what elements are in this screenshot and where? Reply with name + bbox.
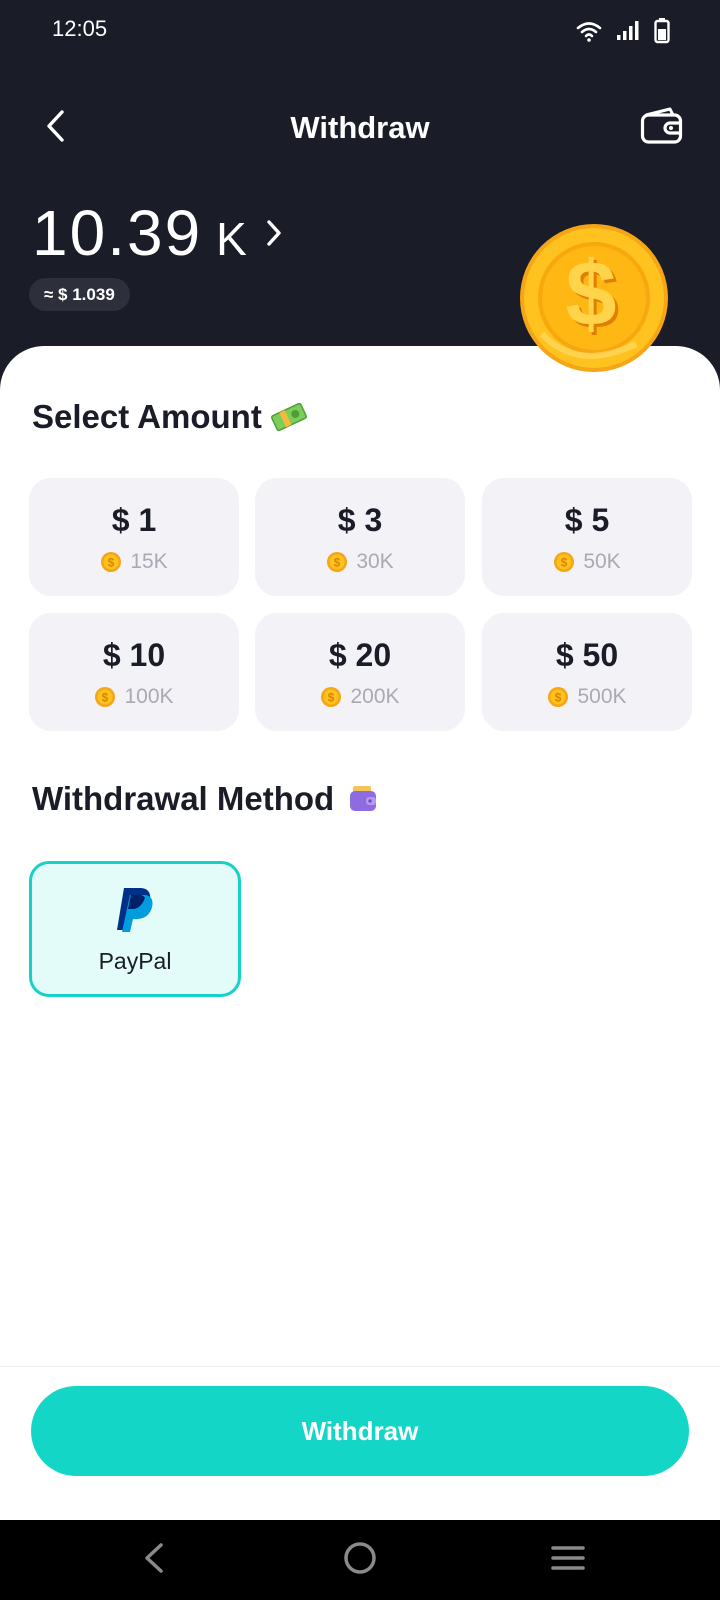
wifi-icon	[576, 20, 602, 42]
system-recents-button[interactable]	[544, 1536, 592, 1584]
balance-value: 10.39	[32, 197, 203, 269]
amount-usd: $ 5	[564, 502, 610, 538]
page-title: Withdraw	[290, 110, 430, 145]
home-circle-icon	[342, 1540, 378, 1581]
battery-icon	[654, 18, 670, 44]
wallet-button[interactable]	[638, 106, 686, 150]
amount-option-10[interactable]: $ 10 $ 100K	[29, 613, 239, 731]
select-amount-title: Select Amount	[32, 398, 262, 435]
paypal-label: PayPal	[98, 948, 172, 974]
withdraw-screen: 12:05 Withdraw 10.39 K ≈ $ 1.039 $ $ Sel…	[0, 0, 720, 1600]
amount-option-5[interactable]: $ 5 $ 50K	[482, 478, 692, 596]
purse-emoji-icon	[348, 784, 378, 814]
paypal-icon	[114, 886, 154, 939]
amount-usd: $ 20	[328, 637, 392, 673]
balance-unit: K	[216, 213, 247, 265]
system-navigation-bar	[0, 1520, 720, 1600]
menu-lines-icon	[550, 1543, 586, 1578]
svg-text:$: $	[102, 691, 109, 705]
amount-usd: $ 3	[337, 502, 383, 538]
amount-option-50[interactable]: $ 50 $ 500K	[482, 613, 692, 731]
amount-option-1[interactable]: $ 1 $ 15K	[29, 478, 239, 596]
system-back-button[interactable]	[130, 1536, 178, 1584]
amount-usd: $ 50	[555, 637, 619, 673]
signal-icon	[616, 20, 640, 42]
amount-coins-row: $ 500K	[482, 685, 692, 709]
amount-option-20[interactable]: $ 20 $ 200K	[255, 613, 465, 731]
svg-text:$: $	[561, 556, 568, 570]
select-amount-heading: Select Amount	[32, 398, 308, 436]
svg-text:$: $	[108, 556, 115, 570]
coin-icon: $	[327, 552, 348, 572]
coin-icon: $	[321, 687, 342, 707]
amount-coins: 50K	[583, 550, 621, 573]
balance-display[interactable]: 10.39 K	[32, 196, 283, 270]
back-triangle-icon	[141, 1542, 167, 1579]
coin-icon: $	[554, 552, 575, 572]
bottom-divider	[0, 1366, 720, 1367]
amount-coins: 30K	[356, 550, 394, 573]
amount-usd: $ 10	[102, 637, 166, 673]
withdrawal-method-heading: Withdrawal Method	[32, 780, 378, 818]
content-card: Select Amount $ 1 $ 15K $ 3 $ 30K $ 5 $ …	[0, 346, 720, 1346]
coin-icon: $	[101, 552, 122, 572]
amount-coins: 200K	[350, 685, 400, 708]
amount-coins: 15K	[130, 550, 168, 573]
amount-coins-row: $ 200K	[255, 685, 465, 709]
svg-text:$: $	[565, 243, 616, 345]
chevron-right-icon	[265, 217, 283, 249]
withdraw-button[interactable]: Withdraw	[31, 1386, 689, 1476]
amount-option-3[interactable]: $ 3 $ 30K	[255, 478, 465, 596]
amount-usd: $ 1	[111, 502, 157, 538]
svg-text:$: $	[334, 556, 341, 570]
amount-coins-row: $ 100K	[29, 685, 239, 709]
svg-text:$: $	[555, 691, 562, 705]
usd-equivalent-badge: ≈ $ 1.039	[29, 278, 130, 311]
amount-coins: 500K	[577, 685, 627, 708]
amount-coins-row: $ 50K	[482, 550, 692, 574]
status-time: 12:05	[52, 16, 108, 41]
nav-bar: Withdraw	[0, 100, 720, 160]
system-home-button[interactable]	[336, 1536, 384, 1584]
withdrawal-method-title: Withdrawal Method	[32, 780, 335, 817]
wallet-icon	[640, 107, 684, 150]
status-bar: 12:05	[0, 0, 720, 60]
amount-coins-row: $ 15K	[29, 550, 239, 574]
gold-coin-icon: $ $	[518, 222, 670, 374]
coin-icon: $	[95, 687, 116, 707]
amount-coins: 100K	[124, 685, 174, 708]
amount-coins-row: $ 30K	[255, 550, 465, 574]
money-emoji-icon	[270, 400, 308, 434]
payment-method-paypal[interactable]: PayPal	[29, 861, 241, 997]
coin-icon: $	[548, 687, 569, 707]
svg-text:$: $	[328, 691, 335, 705]
status-icons	[576, 18, 670, 44]
